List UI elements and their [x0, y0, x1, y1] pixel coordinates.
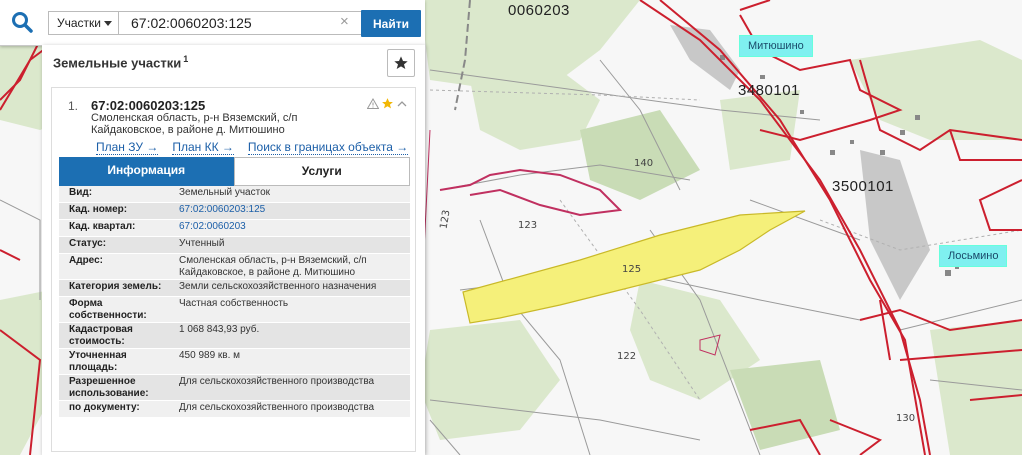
info-row: Уточненная площадь: 450 989 кв. м — [59, 349, 410, 375]
search-type-select[interactable]: Участки — [48, 11, 118, 35]
clear-icon[interactable]: × — [340, 14, 354, 29]
chevron-up-icon[interactable] — [396, 98, 408, 110]
result-links: План ЗУ → План КК → Поиск в границах объ… — [96, 140, 409, 155]
info-value: 1 068 843,93 руб. — [179, 324, 260, 335]
info-row: по документу: Для сельскохозяйственного п… — [59, 401, 410, 418]
parcel-label: 125 — [622, 264, 642, 275]
result-code[interactable]: 67:02:0060203:125 — [91, 98, 205, 113]
info-value: Земельный участок — [179, 187, 271, 198]
card-actions — [367, 97, 408, 110]
info-label: Разрешенное использование: — [69, 376, 149, 399]
settlement-label: Митюшино — [740, 36, 812, 56]
parcel-label: 122 — [617, 351, 637, 362]
info-row: Форма собственности: Частная собственност… — [59, 297, 410, 323]
plan-zu-link[interactable]: План ЗУ → — [96, 140, 159, 155]
info-value: Для сельскохозяйственного производства — [179, 376, 375, 387]
search-type-label: Участки — [57, 16, 101, 30]
quarter-label: 0060203 — [508, 2, 570, 19]
result-tabs: Информация Услуги — [59, 157, 410, 186]
info-label: по документу: — [69, 402, 140, 413]
result-count: 1 — [183, 54, 189, 64]
search-within-link[interactable]: Поиск в границах объекта → — [247, 140, 409, 155]
info-row: Кадастровая стоимость: 1 068 843,93 руб. — [59, 323, 410, 349]
info-value: 450 989 кв. м — [179, 350, 241, 361]
star-icon — [394, 56, 408, 69]
quarter-label: 3500101 — [832, 178, 894, 195]
panel-title-text: Земельные участки — [53, 55, 182, 71]
result-address: Смоленская область, р-н Вяземский, с/п К… — [91, 112, 298, 136]
info-row: Статус: Учтенный — [59, 237, 410, 254]
info-value: Для сельскохозяйственного производства — [179, 402, 375, 413]
info-label: Кадастровая стоимость: — [69, 324, 133, 347]
info-row: Разрешенное использование: Для сельскохоз… — [59, 375, 410, 401]
chevron-down-icon — [104, 21, 112, 26]
info-label: Адрес: — [69, 255, 103, 266]
result-card[interactable]: 1. 67:02:0060203:125 Смоленская область,… — [51, 87, 416, 452]
info-label: Форма собственности: — [69, 298, 147, 321]
info-value: Смоленская область, р-н Вяземский, с/п К… — [179, 255, 367, 278]
info-table: Вид: Земельный участок Кад. номер: 67:02:00… — [59, 186, 410, 418]
info-value: Земли сельскохозяйственного назначения — [179, 281, 377, 292]
result-index: 1. — [68, 99, 79, 113]
info-label: Категория земель: — [69, 281, 162, 292]
info-value: Учтенный — [179, 238, 225, 249]
info-row: Вид: Земельный участок — [59, 186, 410, 203]
parcel-label: 123 — [518, 220, 538, 231]
info-label: Уточненная площадь: — [69, 350, 127, 373]
info-value: Частная собственность — [179, 298, 289, 309]
panel-title: Земельные участки 1 — [53, 54, 188, 70]
search-bar: Участки × Найти — [0, 0, 425, 46]
settlement-label: Лосьмино — [940, 246, 1007, 266]
info-row: Кад. квартал: 67:02:0060203 — [59, 220, 410, 237]
find-button[interactable]: Найти — [361, 10, 421, 37]
warning-icon[interactable] — [367, 97, 379, 110]
info-label: Вид: — [69, 187, 93, 198]
info-label: Статус: — [69, 238, 107, 249]
search-input[interactable] — [118, 11, 362, 35]
plan-kk-link[interactable]: План КК → — [172, 140, 234, 155]
quarter-label: 3480101 — [738, 82, 800, 99]
search-icon[interactable] — [10, 10, 34, 34]
info-row: Кад. номер: 67:02:0060203:125 — [59, 203, 410, 220]
info-label: Кад. квартал: — [69, 221, 136, 232]
info-value[interactable]: 67:02:0060203:125 — [175, 203, 410, 219]
info-value[interactable]: 67:02:0060203 — [175, 220, 410, 236]
parcel-label: 140 — [634, 158, 654, 169]
favorites-button[interactable] — [387, 49, 415, 77]
info-row: Адрес: Смоленская область, р-н Вяземский,… — [59, 254, 410, 280]
tab-information[interactable]: Информация — [59, 157, 234, 186]
info-row: Категория земель: Земли сельскохозяйствен… — [59, 280, 410, 297]
results-panel: Земельные участки 1 1. 67:02:0060203:125 … — [42, 45, 425, 455]
star-icon[interactable] — [381, 97, 394, 110]
parcel-label: 130 — [896, 413, 916, 424]
tab-services[interactable]: Услуги — [233, 157, 410, 186]
info-label: Кад. номер: — [69, 204, 128, 215]
